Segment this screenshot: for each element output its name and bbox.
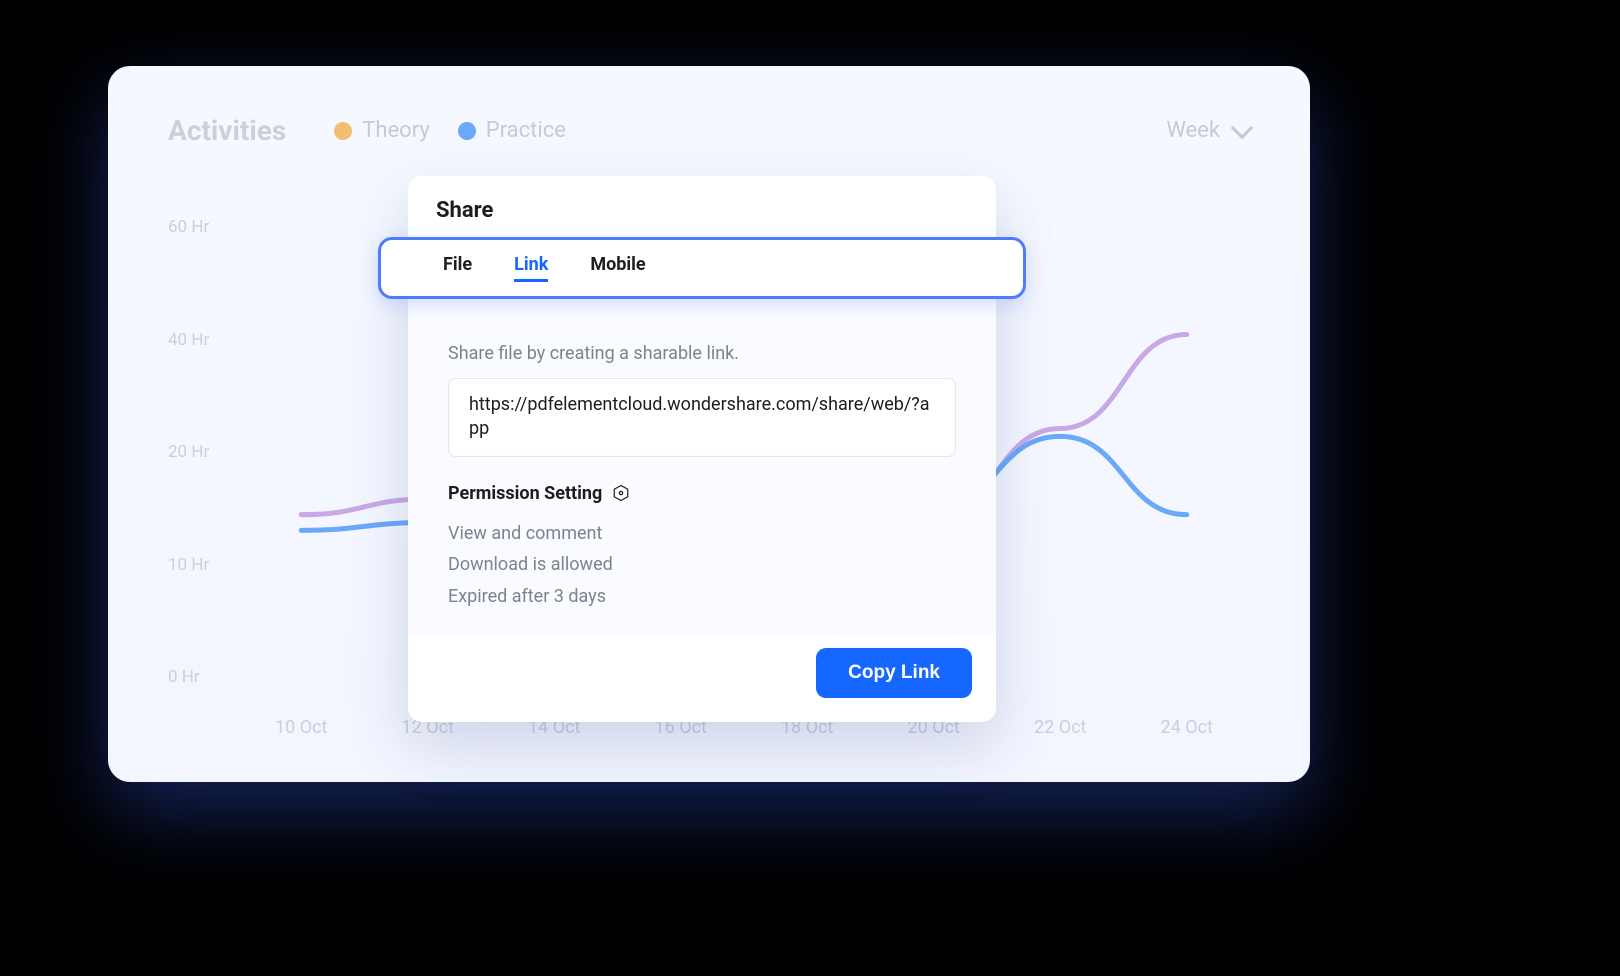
x-tick: 22 Oct bbox=[997, 717, 1124, 738]
legend-theory-dot-icon bbox=[334, 122, 352, 140]
page-title: Activities bbox=[168, 114, 286, 147]
share-tabs-container: File Link Mobile bbox=[378, 237, 1026, 299]
share-dialog: Share File Link Mobile Share file by cre… bbox=[408, 176, 996, 722]
permission-list: View and comment Download is allowed Exp… bbox=[448, 518, 956, 613]
x-tick: 10 Oct bbox=[238, 717, 365, 738]
x-tick: 24 Oct bbox=[1124, 717, 1251, 738]
share-tabs: File Link Mobile bbox=[443, 254, 961, 282]
legend-practice: Practice bbox=[458, 118, 566, 143]
activities-header: Activities Theory Practice Week bbox=[168, 114, 1250, 147]
legend-theory-label: Theory bbox=[362, 118, 430, 143]
y-tick: 10 Hr bbox=[168, 555, 238, 575]
legend-theory: Theory bbox=[334, 118, 430, 143]
period-label: Week bbox=[1166, 118, 1220, 143]
tab-link[interactable]: Link bbox=[514, 254, 548, 282]
copy-link-button[interactable]: Copy Link bbox=[816, 648, 972, 698]
share-link-field[interactable]: https://pdfelementcloud.wondershare.com/… bbox=[448, 378, 956, 457]
y-tick: 20 Hr bbox=[168, 442, 238, 462]
settings-icon[interactable] bbox=[612, 484, 630, 502]
y-tick: 40 Hr bbox=[168, 330, 238, 350]
permission-setting-heading: Permission Setting bbox=[448, 483, 956, 504]
share-description: Share file by creating a sharable link. bbox=[448, 343, 956, 364]
share-title: Share bbox=[408, 176, 996, 237]
permission-item: View and comment bbox=[448, 518, 956, 550]
y-tick: 60 Hr bbox=[168, 217, 238, 237]
tab-file[interactable]: File bbox=[443, 254, 472, 282]
chevron-down-icon bbox=[1231, 116, 1254, 139]
permission-setting-label: Permission Setting bbox=[448, 483, 602, 504]
permission-item: Download is allowed bbox=[448, 549, 956, 581]
legend-practice-dot-icon bbox=[458, 122, 476, 140]
period-select[interactable]: Week bbox=[1166, 118, 1250, 143]
y-tick: 0 Hr bbox=[168, 667, 238, 687]
permission-item: Expired after 3 days bbox=[448, 581, 956, 613]
tab-mobile[interactable]: Mobile bbox=[590, 254, 645, 282]
chart-y-axis: 60 Hr 40 Hr 20 Hr 10 Hr 0 Hr bbox=[168, 217, 238, 687]
share-footer: Copy Link bbox=[408, 634, 996, 722]
legend-practice-label: Practice bbox=[486, 118, 566, 143]
share-body: Share file by creating a sharable link. … bbox=[408, 299, 996, 634]
